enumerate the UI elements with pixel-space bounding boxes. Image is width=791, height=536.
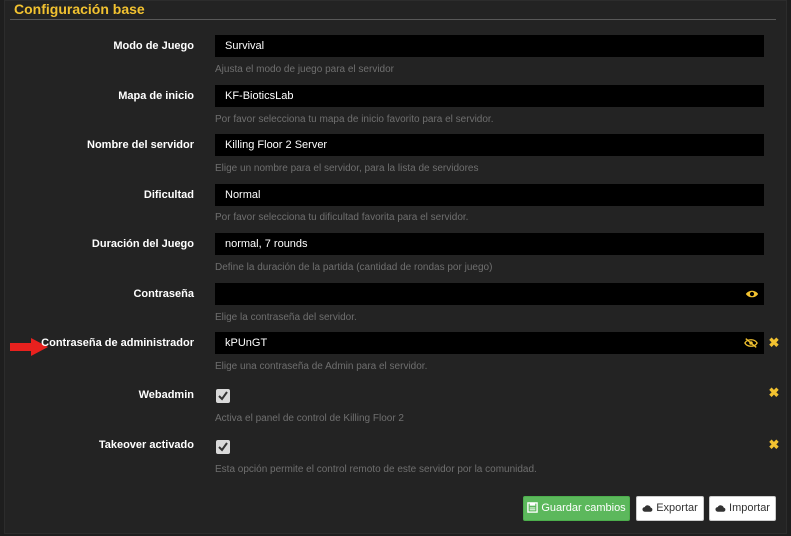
field-row-webadmin: Webadmin	[0, 384, 791, 406]
game-mode-select[interactable]: Survival	[215, 35, 764, 57]
export-button[interactable]: Exportar	[636, 496, 704, 521]
reset-takeover-close-icon[interactable]: ✖	[768, 438, 780, 451]
takeover-checkbox[interactable]	[216, 440, 230, 454]
webadmin-label: Webadmin	[138, 389, 194, 401]
field-row-takeover: Takeover activado	[0, 434, 791, 456]
save-button[interactable]: Guardar cambios	[523, 496, 630, 521]
takeover-label: Takeover activado	[98, 439, 194, 451]
save-button-label: Guardar cambios	[541, 502, 626, 514]
game-length-help: Define la duración de la partida (cantid…	[215, 262, 493, 273]
save-icon	[527, 502, 539, 513]
check-icon	[218, 442, 228, 452]
start-map-select[interactable]: KF-BioticsLab	[215, 85, 764, 107]
section-divider	[10, 19, 776, 20]
cloud-icon	[715, 505, 726, 512]
webadmin-checkbox[interactable]	[216, 389, 230, 403]
export-button-label: Exportar	[656, 502, 698, 514]
game-length-select[interactable]: normal, 7 rounds	[215, 233, 764, 255]
admin-password-input[interactable]: kPUnGT	[215, 332, 764, 354]
difficulty-label: Dificultad	[143, 189, 194, 201]
game-mode-label: Modo de Juego	[113, 40, 194, 52]
difficulty-help: Por favor selecciona tu dificultad favor…	[215, 212, 469, 223]
start-map-help: Por favor selecciona tu mapa de inicio f…	[215, 114, 494, 125]
server-name-label: Nombre del servidor	[87, 139, 194, 151]
eye-slash-icon[interactable]	[744, 337, 758, 349]
password-label: Contraseña	[133, 288, 194, 300]
server-name-help: Elige un nombre para el servidor, para l…	[215, 163, 479, 174]
field-row-start-map: Mapa de inicio KF-BioticsLab	[0, 85, 791, 107]
import-button[interactable]: Importar	[709, 496, 776, 521]
section-title: Configuración base	[14, 1, 145, 17]
webadmin-help: Activa el panel de control de Killing Fl…	[215, 413, 404, 424]
field-row-admin-password: Contraseña de administrador kPUnGT	[0, 332, 791, 354]
takeover-help: Esta opción permite el control remoto de…	[215, 464, 537, 475]
admin-password-help: Elige una contraseña de Admin para el se…	[215, 361, 428, 372]
check-icon	[218, 391, 228, 401]
reset-admin-password-close-icon[interactable]: ✖	[768, 336, 780, 349]
difficulty-select[interactable]: Normal	[215, 184, 764, 206]
game-length-label: Duración del Juego	[91, 238, 194, 250]
field-row-game-mode: Modo de Juego Survival	[0, 35, 791, 57]
reset-webadmin-close-icon[interactable]: ✖	[768, 386, 780, 399]
import-button-label: Importar	[729, 502, 770, 514]
game-mode-help: Ajusta el modo de juego para el servidor	[215, 64, 394, 75]
admin-password-label: Contraseña de administrador	[41, 337, 194, 349]
server-name-input[interactable]: Killing Floor 2 Server	[215, 134, 764, 156]
password-help: Elige la contraseña del servidor.	[215, 312, 357, 323]
cloud-icon	[642, 505, 653, 512]
field-row-game-length: Duración del Juego normal, 7 rounds	[0, 233, 791, 255]
eye-icon[interactable]	[745, 288, 759, 300]
field-row-server-name: Nombre del servidor Killing Floor 2 Serv…	[0, 134, 791, 156]
start-map-label: Mapa de inicio	[118, 90, 194, 102]
password-input[interactable]	[215, 283, 764, 305]
field-row-difficulty: Dificultad Normal	[0, 184, 791, 206]
field-row-password: Contraseña	[0, 283, 791, 305]
